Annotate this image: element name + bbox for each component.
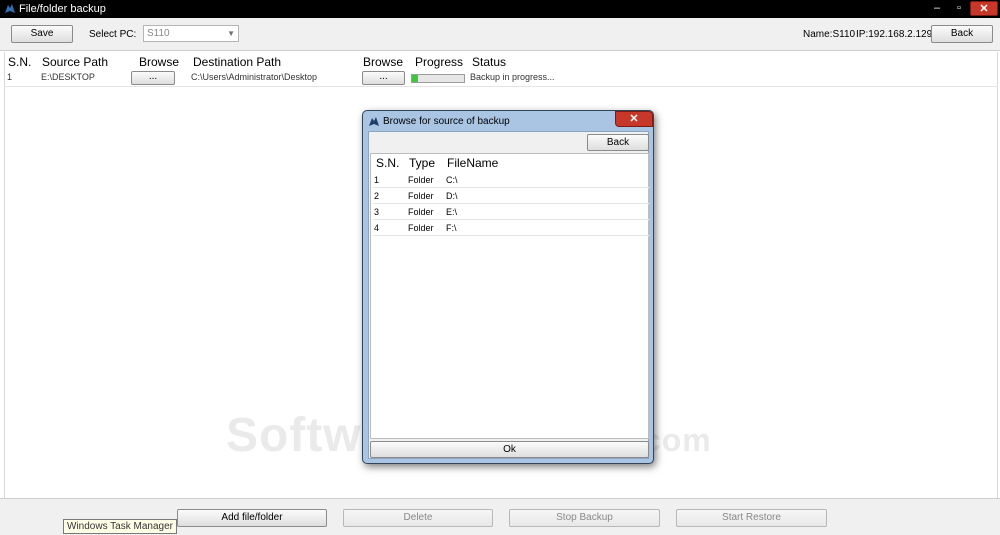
- dialog-column-sn: S.N.: [376, 156, 400, 170]
- taskbar-tooltip: Windows Task Manager: [63, 519, 177, 534]
- minimize-button[interactable]: –: [926, 1, 948, 16]
- list-item[interactable]: 4 Folder F:\: [373, 220, 650, 236]
- list-item-sn: 2: [374, 191, 380, 201]
- stop-backup-button[interactable]: Stop Backup: [509, 509, 660, 527]
- list-item-name: D:\: [446, 191, 458, 201]
- list-item-type: Folder: [408, 175, 434, 185]
- app-icon: [5, 4, 15, 13]
- dialog-close-button[interactable]: ✕: [615, 111, 653, 127]
- column-header-browse-destination: Browse: [363, 55, 404, 69]
- start-restore-button[interactable]: Start Restore: [676, 509, 827, 527]
- list-item-name: E:\: [446, 207, 458, 217]
- browse-source-button[interactable]: ...: [131, 71, 175, 85]
- list-item[interactable]: 3 Folder E:\: [373, 204, 650, 220]
- row-destination-path: C:\Users\Administrator\Desktop: [191, 72, 318, 82]
- list-item-type: Folder: [408, 191, 434, 201]
- progress-fill: [412, 75, 419, 82]
- select-pc-label: Select PC:: [89, 29, 137, 40]
- select-pc-value: S110: [147, 28, 170, 39]
- chevron-down-icon: ▼: [227, 29, 235, 38]
- column-header-source-path: Source Path: [42, 55, 109, 69]
- add-file-folder-button[interactable]: Add file/folder: [177, 509, 327, 527]
- list-item-name: C:\: [446, 175, 458, 185]
- row-divider: [4, 86, 998, 87]
- row-sn: 1: [7, 72, 13, 82]
- maximize-button[interactable]: ▫: [948, 1, 970, 16]
- backup-progress-bar: [411, 74, 465, 83]
- browse-source-dialog: Browse for source of backup ✕ Back S.N. …: [362, 110, 654, 464]
- back-button[interactable]: Back: [931, 25, 993, 43]
- list-item[interactable]: 2 Folder D:\: [373, 188, 650, 204]
- dialog-body: Back S.N. Type FileName 1 Folder C:\ 2 F…: [368, 131, 650, 459]
- list-item-type: Folder: [408, 207, 434, 217]
- list-item-sn: 3: [374, 207, 380, 217]
- row-status: Backup in progress...: [470, 72, 555, 82]
- dialog-column-type: Type: [409, 156, 436, 170]
- file-list: S.N. Type FileName 1 Folder C:\ 2 Folder…: [370, 153, 650, 439]
- column-header-browse-source: Browse: [139, 55, 180, 69]
- window-title: File/folder backup: [19, 3, 106, 15]
- pc-ip-label: IP:192.168.2.129: [856, 29, 933, 40]
- dialog-back-button[interactable]: Back: [587, 134, 649, 151]
- list-item-sn: 1: [374, 175, 380, 185]
- browse-destination-button[interactable]: ...: [362, 71, 405, 85]
- dialog-title: Browse for source of backup: [383, 116, 510, 127]
- column-header-destination-path: Destination Path: [193, 55, 282, 69]
- save-button[interactable]: Save: [11, 25, 73, 43]
- list-item[interactable]: 1 Folder C:\: [373, 172, 650, 188]
- select-pc-dropdown[interactable]: S110 ▼: [143, 25, 239, 42]
- toolbar: Save Select PC: S110 ▼ Name:S110 IP:192.…: [0, 18, 1000, 51]
- dialog-ok-button[interactable]: Ok: [370, 441, 649, 458]
- list-item-name: F:\: [446, 223, 457, 233]
- delete-button[interactable]: Delete: [343, 509, 493, 527]
- dialog-column-filename: FileName: [447, 156, 499, 170]
- dialog-app-icon: [369, 117, 379, 126]
- pc-name-label: Name:S110: [803, 29, 856, 40]
- row-source-path: E:\DESKTOP: [41, 72, 95, 82]
- list-item-type: Folder: [408, 223, 434, 233]
- close-button[interactable]: ✕: [970, 1, 998, 16]
- list-item-sn: 4: [374, 223, 380, 233]
- column-header-progress: Progress: [415, 55, 464, 69]
- column-header-sn: S.N.: [8, 55, 32, 69]
- window-title-bar: File/folder backup – ▫ ✕: [0, 0, 1000, 18]
- column-header-status: Status: [472, 55, 507, 69]
